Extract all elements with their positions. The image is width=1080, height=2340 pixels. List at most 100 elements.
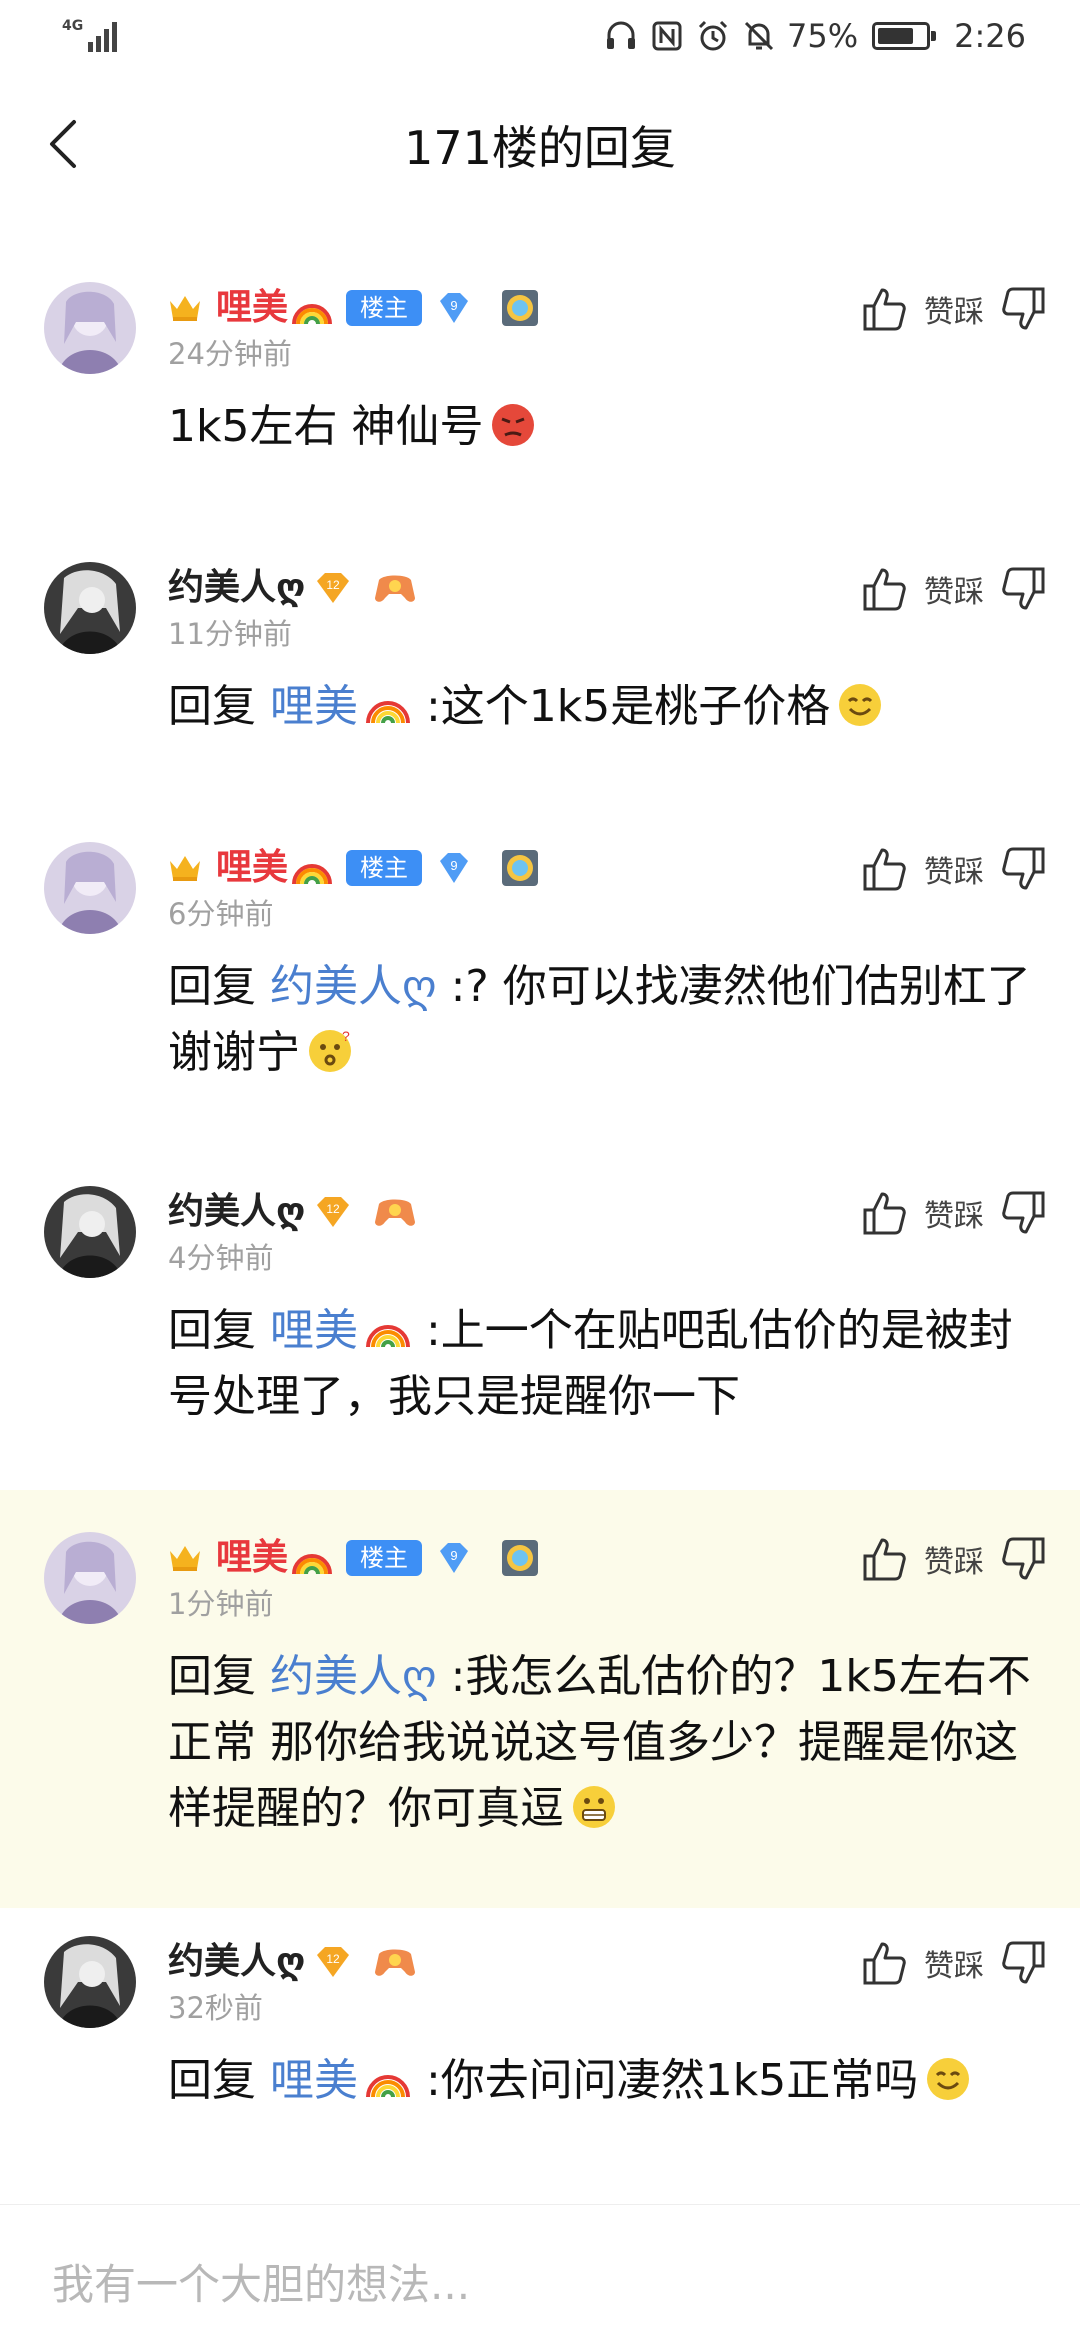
owner-badge: 楼主: [346, 290, 423, 326]
smile-face-emoji-icon: [927, 2058, 970, 2100]
level-number: 12: [327, 578, 341, 592]
clock: 2:26: [954, 17, 1026, 55]
rainbow-icon: [292, 304, 333, 325]
diamond-level-icon: 9: [440, 1543, 469, 1573]
thumbs-up-icon[interactable]: [860, 1188, 910, 1238]
avatar[interactable]: [44, 842, 136, 934]
emblem-badge-icon: [502, 850, 539, 886]
gamepad-badge-icon: [375, 1949, 416, 1976]
thumbs-down-icon[interactable]: [998, 844, 1048, 894]
battery-percent: 75%: [787, 17, 859, 55]
gamepad-badge-icon: [375, 575, 416, 602]
comment-item: 约美人ღ 12 32秒前 赞踩 回复 哩美 :你去问问凄然1k5正常吗: [0, 1908, 1080, 2108]
thinking-face-emoji-icon: ?: [309, 1028, 351, 1072]
angry-face-emoji-icon: [492, 404, 535, 446]
level-number: 9: [450, 1548, 457, 1563]
comment-item: 约美人ღ 12 11分钟前 赞踩 回复 哩美 :这个1k5是桃子价格: [0, 520, 1080, 800]
comment-body: 回复 约美人ღ :我怎么乱估价的？1k5左右不正常 那你给我说说这号值多少？提醒…: [168, 1644, 1036, 1842]
battery-level: [878, 28, 913, 44]
app-header: 171楼的回复: [0, 72, 1080, 216]
thumbs-down-icon[interactable]: [998, 564, 1048, 614]
owner-badge: 楼主: [346, 1540, 423, 1576]
level-number: 9: [450, 858, 457, 873]
reply-prefix: 回复: [168, 681, 270, 732]
emblem-badge-icon: [502, 290, 539, 326]
comment-time: 32秒前: [168, 1991, 263, 2025]
username[interactable]: 约美人ღ: [168, 1186, 305, 1238]
thumbs-up-icon[interactable]: [860, 1938, 910, 1988]
vote-label: 赞踩: [924, 1949, 984, 1984]
thumbs-up-icon[interactable]: [860, 1534, 910, 1584]
thumbs-up-icon[interactable]: [860, 284, 910, 334]
owner-badge: 楼主: [346, 850, 423, 886]
username[interactable]: 哩美: [216, 1532, 288, 1584]
alarm-icon: [698, 20, 728, 51]
vote-label: 赞踩: [924, 855, 984, 890]
username[interactable]: 哩美: [216, 842, 288, 894]
comment-text: 1k5左右 神仙号: [168, 401, 484, 452]
diamond-level-icon: 9: [440, 293, 469, 323]
headphones-icon: [607, 21, 636, 49]
crown-icon: [170, 1546, 200, 1571]
smile-face-emoji-icon: [839, 684, 882, 726]
comment-item: 哩美 楼主 9 24分钟前 赞踩 1k5左右 神仙号: [0, 240, 1080, 520]
diamond-level-icon: 9: [440, 853, 469, 883]
thumbs-down-icon[interactable]: [998, 1534, 1048, 1584]
svg-text:?: ?: [342, 1028, 350, 1044]
rainbow-icon: [292, 864, 333, 885]
avatar[interactable]: [44, 1186, 136, 1278]
username[interactable]: 约美人ღ: [168, 1936, 305, 1988]
comment-time: 6分钟前: [168, 897, 274, 931]
rainbow-icon: [366, 701, 410, 724]
comment-body: 回复 哩美 :你去问问凄然1k5正常吗: [168, 2048, 1036, 2114]
crown-icon: [170, 856, 200, 881]
comment-time: 4分钟前: [168, 1241, 274, 1275]
reply-input-bar[interactable]: 我有一个大胆的想法...: [0, 2204, 1080, 2340]
vote-label: 赞踩: [924, 1545, 984, 1580]
rainbow-icon: [292, 1554, 333, 1575]
comment-time: 1分钟前: [168, 1587, 274, 1621]
comment-time: 11分钟前: [168, 617, 292, 651]
comment-body: 1k5左右 神仙号: [168, 394, 1036, 460]
avatar[interactable]: [44, 1936, 136, 2028]
username[interactable]: 约美人ღ: [168, 562, 305, 614]
comment-body: 回复 哩美 :这个1k5是桃子价格: [168, 674, 1036, 740]
vote-bar: 赞踩: [860, 1188, 1048, 1238]
mention-link[interactable]: 哩美: [270, 1305, 358, 1356]
level-number: 9: [450, 298, 457, 313]
avatar[interactable]: [44, 282, 136, 374]
rainbow-icon: [366, 2075, 410, 2098]
mention-link[interactable]: 约美人ღ: [270, 1651, 437, 1702]
diamond-level-icon: 12: [317, 573, 350, 603]
reply-prefix: 回复: [168, 1651, 270, 1702]
status-bar: 4G 75% 2:26: [0, 0, 1080, 72]
level-number: 12: [327, 1202, 341, 1216]
diamond-level-icon: 12: [317, 1197, 350, 1227]
avatar[interactable]: [44, 1532, 136, 1624]
nfc-icon: [652, 21, 682, 51]
thumbs-down-icon[interactable]: [998, 284, 1048, 334]
comment-time: 24分钟前: [168, 337, 292, 371]
comment-body: 回复 约美人ღ :? 你可以找凄然他们估别杠了谢谢宁?: [168, 954, 1036, 1086]
comment-list: 哩美 楼主 9 24分钟前 赞踩 1k5左右 神仙号 约美人ღ 12 11分钟前…: [0, 240, 1080, 2108]
vote-bar: 赞踩: [860, 1938, 1048, 1988]
reply-prefix: 回复: [168, 961, 270, 1012]
thumbs-up-icon[interactable]: [860, 564, 910, 614]
vote-bar: 赞踩: [860, 844, 1048, 894]
username[interactable]: 哩美: [216, 282, 288, 334]
emblem-badge-icon: [502, 1540, 539, 1576]
thumbs-down-icon[interactable]: [998, 1188, 1048, 1238]
comment-item-highlighted: 哩美 楼主 9 1分钟前 赞踩 回复 约美人ღ :我怎么乱估价的？1k5左右不正…: [0, 1490, 1080, 1908]
thumbs-down-icon[interactable]: [998, 1938, 1048, 1988]
battery-icon: [872, 22, 937, 50]
thumbs-up-icon[interactable]: [860, 844, 910, 894]
vote-bar: 赞踩: [860, 1534, 1048, 1584]
rainbow-icon: [366, 1325, 410, 1348]
mention-link[interactable]: 哩美: [270, 681, 358, 732]
avatar[interactable]: [44, 562, 136, 654]
mention-link[interactable]: 哩美: [270, 2055, 358, 2106]
gamepad-badge-icon: [375, 1199, 416, 1226]
reply-prefix: 回复: [168, 2055, 270, 2106]
reply-input[interactable]: 我有一个大胆的想法...: [52, 2251, 470, 2312]
mention-link[interactable]: 约美人ღ: [270, 961, 437, 1012]
